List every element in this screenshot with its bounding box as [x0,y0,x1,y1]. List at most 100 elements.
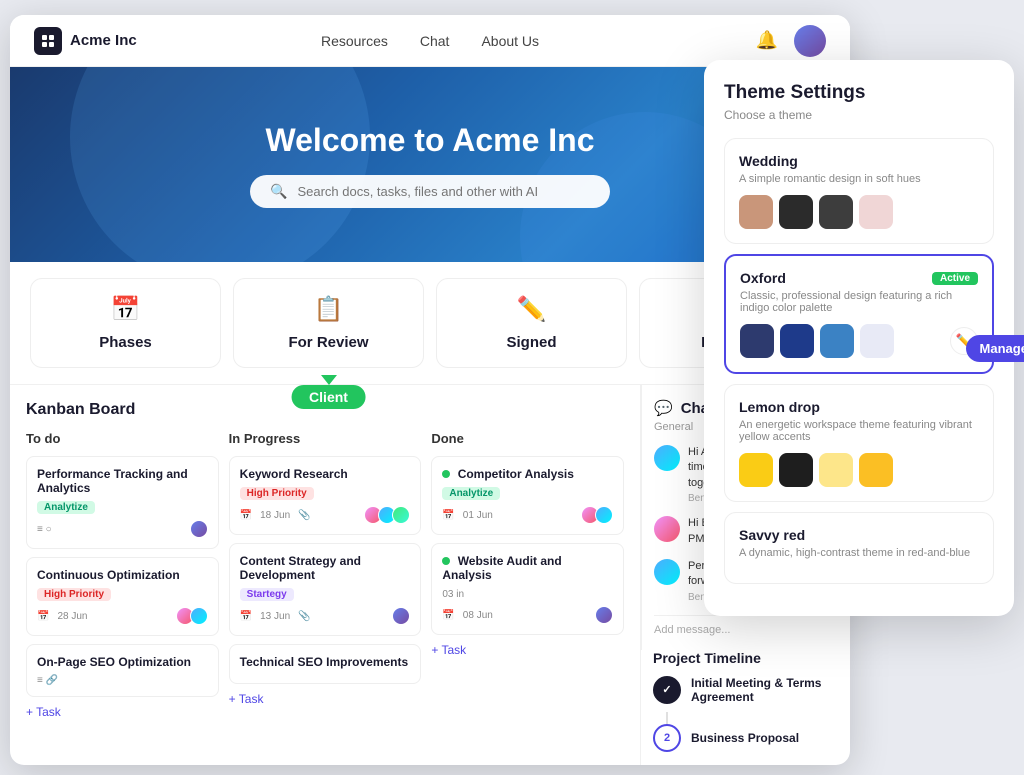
swatch [860,324,894,358]
user-avatar[interactable] [794,25,826,57]
swatch [740,324,774,358]
swatch [819,453,853,487]
theme-swatches-wedding [739,195,979,229]
theme-panel-subtitle: Choose a theme [724,108,994,122]
theme-option-oxford[interactable]: Oxford Active Classic, professional desi… [724,254,994,374]
task-meta: 📅 01 Jun [442,506,613,524]
avatar-3 [392,506,410,524]
theme-panel-title: Theme Settings [724,82,994,104]
swatch [859,195,893,229]
client-badge: Client [291,385,366,409]
action-signed[interactable]: ✏️ Signed [436,278,627,368]
date-icon: 📅 [442,510,454,521]
avatar-1 [392,607,410,625]
swatch [779,195,813,229]
task-avatars [364,506,410,524]
nav-chat[interactable]: Chat [420,33,450,49]
theme-desc-wedding: A simple romantic design in soft hues [739,173,979,185]
manager-tooltip: Manager [966,335,1024,362]
for-review-label: For Review [288,334,368,351]
task-meta: 📅 08 Jun [442,606,613,624]
done-indicator [442,557,450,565]
task-card[interactable]: Content Strategy and Development Starteg… [229,543,422,636]
chat-input-area[interactable]: Add message... [654,615,829,636]
done-indicator [442,470,450,478]
theme-swatches-lemon-drop [739,453,979,487]
task-icons: ≡ 🔗 [37,675,58,686]
task-date: 13 Jun [260,611,290,622]
task-card[interactable]: Performance Tracking and Analytics Analy… [26,456,219,549]
swatch [820,324,854,358]
task-meta: ≡ 🔗 [37,675,208,686]
task-badge: High Priority [37,588,111,601]
nav-links: Resources Chat About Us [232,33,628,49]
nav-resources[interactable]: Resources [321,33,388,49]
nav-actions: 🔔 [628,25,826,57]
task-date: 08 Jun [463,610,493,621]
task-card[interactable]: Keyword Research High Priority 📅 18 Jun … [229,456,422,535]
task-title: Website Audit and Analysis [442,554,613,582]
task-card[interactable]: Competitor Analysis Analytize 📅 01 Jun [431,456,624,535]
theme-name-savvy-red: Savvy red [739,527,979,543]
theme-option-lemon-drop[interactable]: Lemon drop An energetic workspace theme … [724,384,994,502]
add-task-todo[interactable]: + Task [26,705,219,719]
task-avatars [176,607,208,625]
pin-icon: 📎 [298,510,310,521]
avatar-1 [595,606,613,624]
search-input[interactable] [297,184,590,199]
bell-icon[interactable]: 🔔 [756,30,778,51]
task-meta: 📅 13 Jun 📎 [240,607,411,625]
timeline-connector [666,712,668,724]
swatch [819,195,853,229]
task-date: 18 Jun [260,510,290,521]
task-card[interactable]: On-Page SEO Optimization ≡ 🔗 [26,644,219,697]
nav-about[interactable]: About Us [481,33,539,49]
timeline-circle-done: ✓ [653,676,681,704]
task-date: 01 Jun [463,510,493,521]
phases-icon: 📅 [111,295,141,324]
timeline-circle: 2 [653,724,681,752]
chat-avatar [654,516,680,542]
theme-option-savvy-red[interactable]: Savvy red A dynamic, high-contrast theme… [724,512,994,584]
add-task-done[interactable]: + Task [431,643,624,657]
task-badge: Startegy [240,588,294,601]
timeline-item: ✓ Initial Meeting & Terms Agreement [653,676,838,704]
chat-avatar [654,445,680,471]
search-icon: 🔍 [270,183,287,200]
todo-header: To do [26,431,219,446]
task-card[interactable]: Website Audit and Analysis 03 in 📅 08 Ju… [431,543,624,635]
task-title: Performance Tracking and Analytics [37,467,208,495]
task-badge: Analytize [37,501,95,514]
pin-icon: 📎 [298,611,310,622]
avatar-2 [190,607,208,625]
task-title: Keyword Research [240,467,411,481]
task-card[interactable]: Continuous Optimization High Priority 📅 … [26,557,219,636]
date-icon: 📅 [240,510,252,521]
task-avatars [392,607,410,625]
theme-name-wedding: Wedding [739,153,979,169]
search-bar[interactable]: 🔍 [250,175,610,208]
task-title: On-Page SEO Optimization [37,655,208,669]
kanban-columns: To do Performance Tracking and Analytics… [26,431,624,719]
hero-title: Welcome to Acme Inc [266,122,595,159]
theme-desc-lemon-drop: An energetic workspace theme featuring v… [739,419,979,443]
date-icon: 📅 [240,611,252,622]
timeline-label: Initial Meeting & Terms Agreement [691,676,838,704]
task-title: Continuous Optimization [37,568,208,582]
chat-avatar [654,559,680,585]
add-task-in-progress[interactable]: + Task [229,692,422,706]
signed-label: Signed [506,334,556,351]
theme-option-wedding[interactable]: Wedding A simple romantic design in soft… [724,138,994,244]
logo-icon [34,27,62,55]
date-icon: 📅 [37,611,49,622]
swatch [859,453,893,487]
task-icons: ≡ ○ [37,524,52,535]
task-badge: High Priority [240,487,314,500]
timeline-item: 2 Business Proposal [653,724,838,752]
action-phases[interactable]: 📅 Phases [30,278,221,368]
task-card[interactable]: Technical SEO Improvements [229,644,422,684]
theme-name-lemon-drop: Lemon drop [739,399,979,415]
action-for-review[interactable]: 📋 For Review Client [233,278,424,368]
project-timeline: Project Timeline ✓ Initial Meeting & Ter… [641,650,850,765]
avatar-2 [595,506,613,524]
